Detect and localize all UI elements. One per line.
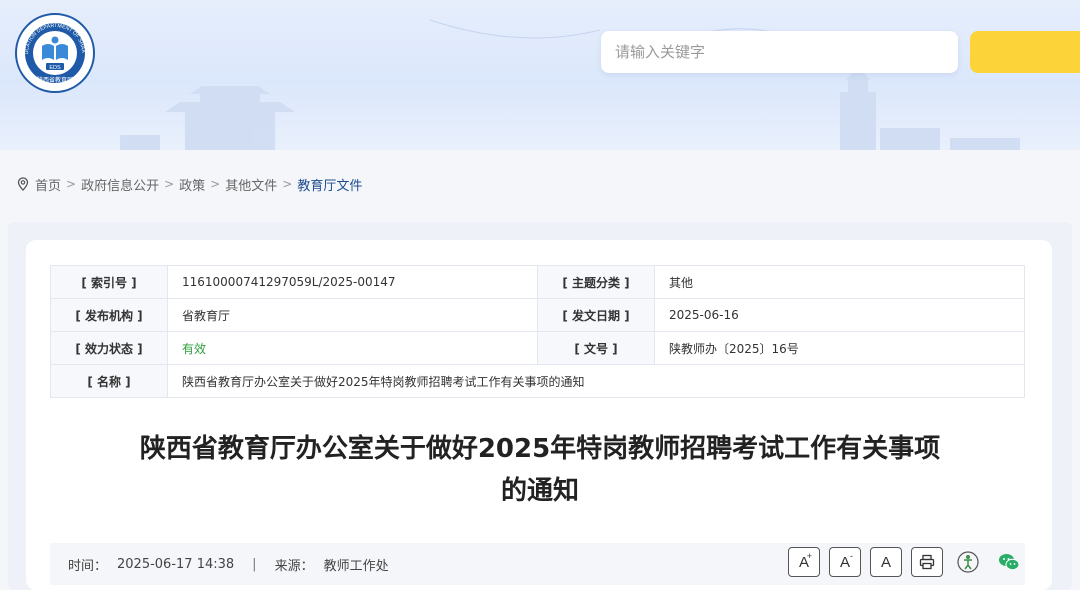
title-line-1: 陕西省教育厅办公室关于做好2025年特岗教师招聘考试工作有关事项: [139, 434, 941, 464]
printer-icon: [919, 554, 935, 570]
accessibility-icon: [957, 551, 979, 573]
skyline-illustration: [120, 19, 1020, 150]
font-larger-button[interactable]: A +: [788, 547, 820, 577]
font-larger-sup: +: [806, 551, 812, 561]
breadcrumb-separator: >: [66, 177, 77, 191]
header-banner: EDS 陕西省教育厅 EDUCATION DEPARTMENT OF SHAAN…: [0, 0, 1080, 150]
title-line-2: 的通知: [500, 476, 579, 506]
info-row: [ 效力状态 ] 有效 [ 文号 ] 陕教师办〔2025〕16号: [50, 331, 1025, 365]
docno-label: [ 文号 ]: [537, 331, 655, 365]
page-title: 陕西省教育厅办公室关于做好2025年特岗教师招聘考试工作有关事项 的通知: [90, 428, 990, 512]
logo-cn-text: 陕西省教育厅: [37, 76, 73, 84]
location-pin-icon: [17, 177, 29, 191]
wechat-icon: [999, 554, 1020, 571]
publisher-label: [ 发布机构 ]: [50, 298, 168, 332]
source-label: 来源：: [274, 558, 314, 574]
meta-divider: |: [252, 556, 257, 572]
name-label: [ 名称 ]: [50, 364, 168, 398]
publisher-value: 省教育厅: [167, 298, 538, 332]
print-button[interactable]: [911, 547, 943, 577]
source-value: 教师工作处: [323, 558, 389, 574]
font-default-button[interactable]: A: [870, 547, 902, 577]
breadcrumb-separator: >: [210, 177, 221, 191]
time-value: 2025-06-17 14:38: [117, 556, 235, 572]
topic-label: [ 主题分类 ]: [537, 265, 655, 299]
article-meta-bar: 时间： 2025-06-17 14:38 | 来源： 教师工作处 A + A -…: [50, 543, 1025, 585]
breadcrumb: 首页 > 政府信息公开 > 政策 > 其他文件 > 教育厅文件: [16, 174, 362, 194]
info-row: [ 发布机构 ] 省教育厅 [ 发文日期 ] 2025-06-16: [50, 298, 1025, 332]
breadcrumb-separator: >: [164, 177, 175, 191]
breadcrumb-gov-info[interactable]: 政府信息公开: [81, 175, 159, 194]
docno-value: 陕教师办〔2025〕16号: [654, 331, 1025, 365]
index-value: 11610000741297059L/2025-00147: [167, 265, 538, 299]
document-info-table: [ 索引号 ] 11610000741297059L/2025-00147 [ …: [50, 265, 1025, 398]
search-input[interactable]: [601, 31, 958, 73]
wechat-share-button[interactable]: [993, 547, 1025, 577]
article-tools: A + A - A: [779, 547, 1025, 577]
breadcrumb-home[interactable]: 首页: [35, 175, 61, 194]
breadcrumb-edu-docs[interactable]: 教育厅文件: [297, 175, 362, 194]
edu-dept-logo: EDS 陕西省教育厅 EDUCATION DEPARTMENT OF SHAAN…: [14, 12, 95, 93]
breadcrumb-separator: >: [282, 177, 293, 191]
accessibility-button[interactable]: [952, 547, 984, 577]
time-label: 时间：: [68, 558, 108, 574]
info-row: [ 索引号 ] 11610000741297059L/2025-00147 [ …: [50, 265, 1025, 299]
date-value: 2025-06-16: [654, 298, 1025, 332]
font-smaller-button[interactable]: A -: [829, 547, 861, 577]
date-label: [ 发文日期 ]: [537, 298, 655, 332]
breadcrumb-other-docs[interactable]: 其他文件: [225, 175, 277, 194]
breadcrumb-policy[interactable]: 政策: [179, 175, 205, 194]
font-smaller-label: A: [839, 553, 850, 571]
index-label: [ 索引号 ]: [50, 265, 168, 299]
status-label: [ 效力状态 ]: [50, 331, 168, 365]
logo-eds-text: EDS: [49, 65, 61, 71]
name-value: 陕西省教育厅办公室关于做好2025年特岗教师招聘考试工作有关事项的通知: [167, 364, 1025, 398]
info-row: [ 名称 ] 陕西省教育厅办公室关于做好2025年特岗教师招聘考试工作有关事项的…: [50, 364, 1025, 398]
font-default-label: A: [880, 553, 891, 571]
search-button[interactable]: [970, 31, 1080, 73]
status-value: 有效: [167, 331, 538, 365]
font-smaller-sup: -: [850, 551, 853, 561]
topic-value: 其他: [654, 265, 1025, 299]
